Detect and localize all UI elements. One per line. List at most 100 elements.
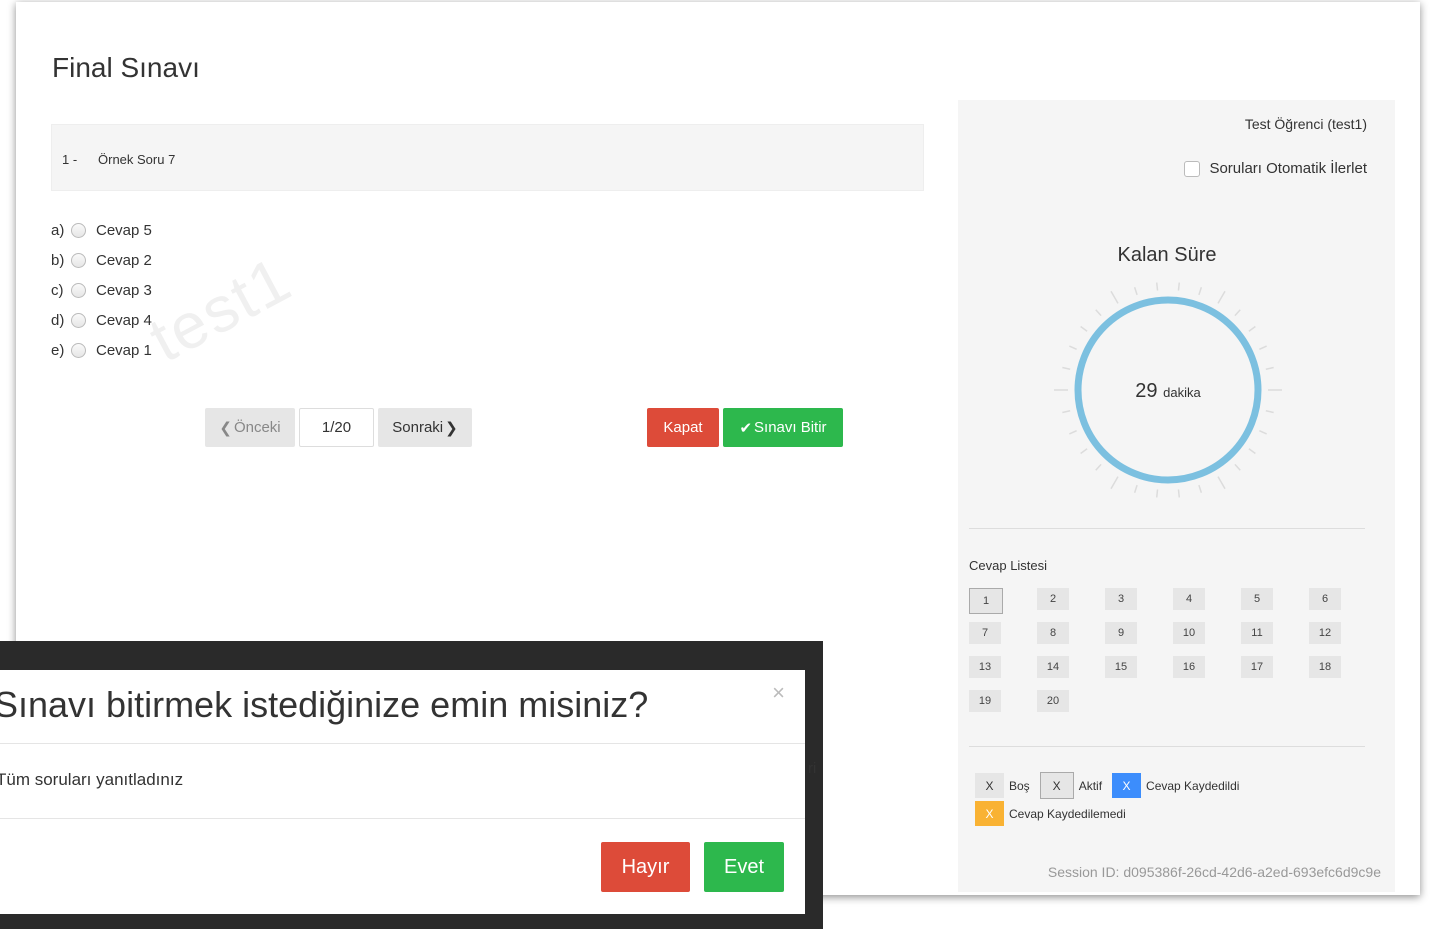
legend-saved-label: Cevap Kaydedildi <box>1146 778 1240 793</box>
radio-button[interactable] <box>71 342 86 358</box>
timer-tick <box>1177 282 1181 291</box>
check-icon: ✔ <box>739 419 753 437</box>
previous-button[interactable]: ❮ Önceki <box>205 408 295 447</box>
answer-list-item[interactable]: 13 <box>969 656 1001 678</box>
session-id: Session ID: d095386f-26cd-42d6-a2ed-693e… <box>1047 864 1381 880</box>
chevron-right-icon: ❯ <box>445 419 458 437</box>
previous-label: Önceki <box>233 419 281 436</box>
timer-tick <box>1062 366 1071 370</box>
timer-tick <box>1234 463 1241 471</box>
option-letter: e) <box>51 341 65 359</box>
timer-tick <box>1062 410 1071 414</box>
finish-exam-button[interactable]: ✔ Sınavı Bitir <box>723 408 843 447</box>
divider <box>0 743 805 744</box>
question-box: 1 - Örnek Soru 7 <box>51 124 924 191</box>
auto-advance-checkbox[interactable] <box>1184 160 1201 177</box>
answer-list-item[interactable]: 10 <box>1173 622 1205 644</box>
timer-tick <box>1069 429 1077 435</box>
option-label: Cevap 5 <box>96 221 152 239</box>
answer-list-item[interactable]: 12 <box>1309 622 1341 644</box>
answer-list-item[interactable]: 2 <box>1037 588 1069 610</box>
timer-tick <box>1177 489 1181 498</box>
answer-list-item[interactable]: 5 <box>1241 588 1273 610</box>
answer-list-item[interactable]: 16 <box>1173 656 1205 678</box>
page-title: Final Sınavı <box>52 52 200 83</box>
answer-list-item[interactable]: 3 <box>1105 588 1137 610</box>
timer-tick <box>1095 309 1102 317</box>
answer-list-item[interactable]: 19 <box>969 690 1001 712</box>
answer-option-b[interactable]: b) Cevap 2 <box>51 245 152 275</box>
next-label: Sonraki <box>392 419 444 436</box>
student-name: Test Öğrenci (test1) <box>1244 116 1367 132</box>
remaining-time-title: Kalan Süre <box>1117 244 1217 266</box>
radio-button[interactable] <box>71 222 86 238</box>
chevron-left-icon: ❮ <box>219 419 232 437</box>
auto-advance-toggle[interactable]: Soruları Otomatik İlerlet <box>1184 160 1367 177</box>
legend-active-swatch: X <box>1039 772 1074 799</box>
answer-list-item[interactable]: 6 <box>1309 588 1341 610</box>
page-indicator: 1/20 <box>299 408 374 447</box>
no-button[interactable]: Hayır <box>601 842 690 892</box>
timer-tick <box>1110 476 1119 490</box>
pager: ❮ Önceki 1/20 Sonraki ❯ <box>205 408 472 447</box>
answer-list-item[interactable]: 4 <box>1173 588 1205 610</box>
option-label: Cevap 3 <box>96 281 152 299</box>
answer-list-item[interactable]: 17 <box>1241 656 1273 678</box>
option-label: Cevap 2 <box>96 251 152 269</box>
answer-list-item[interactable]: 14 <box>1037 656 1069 678</box>
answer-list-item[interactable]: 9 <box>1105 622 1137 644</box>
answer-list-item[interactable]: 8 <box>1037 622 1069 644</box>
answer-list-item[interactable]: 20 <box>1037 690 1069 712</box>
option-letter: c) <box>51 281 64 299</box>
answer-options: a) Cevap 5 b) Cevap 2 c) Cevap 3 d) Ceva… <box>51 215 152 365</box>
auto-advance-label: Soruları Otomatik İlerlet <box>1209 160 1367 177</box>
answer-list-item[interactable]: 18 <box>1309 656 1341 678</box>
timer-tick <box>1080 325 1088 332</box>
timer-tick <box>1198 484 1203 493</box>
legend-empty-swatch: X <box>975 773 1004 798</box>
legend-saved-swatch: X <box>1112 773 1142 798</box>
watermark: test1 <box>137 242 303 376</box>
option-letter: a) <box>51 221 65 239</box>
question-text: Örnek Soru 7 <box>98 152 176 167</box>
timer-tick <box>1069 345 1077 351</box>
answer-option-c[interactable]: c) Cevap 3 <box>51 275 152 305</box>
remaining-unit: dakika <box>1163 385 1201 400</box>
confirm-dialog: Sınavı bitirmek istediğinize emin misini… <box>0 670 805 914</box>
radio-button[interactable] <box>71 312 86 328</box>
timer-tick <box>1133 484 1138 493</box>
divider <box>969 528 1365 529</box>
legend-unsaved-label: Cevap Kaydedilemedi <box>1009 806 1126 821</box>
answer-option-d[interactable]: d) Cevap 4 <box>51 305 152 335</box>
answer-list-item[interactable]: 11 <box>1241 622 1273 644</box>
answer-list-item[interactable]: 1 <box>969 588 1003 614</box>
timer-tick <box>1095 463 1102 471</box>
close-icon[interactable]: × <box>772 680 785 706</box>
timer-tick <box>1198 287 1203 296</box>
radio-button[interactable] <box>71 282 86 298</box>
finish-label: Sınavı Bitir <box>754 419 827 436</box>
answer-list-item[interactable]: 7 <box>969 622 1001 644</box>
legend: X Boş X Aktif X Cevap Kaydedildi X Cevap… <box>975 772 1239 826</box>
timer-tick <box>1133 287 1138 296</box>
side-panel: Test Öğrenci (test1) Soruları Otomatik İ… <box>958 100 1395 892</box>
remaining-time: 29 dakika <box>1053 380 1283 403</box>
answer-option-e[interactable]: e) Cevap 1 <box>51 335 152 365</box>
answer-list-title: Cevap Listesi <box>969 558 1048 573</box>
answer-list-item[interactable]: 15 <box>1105 656 1137 678</box>
timer-tick <box>1259 429 1267 435</box>
radio-button[interactable] <box>71 252 86 268</box>
option-letter: b) <box>51 251 65 269</box>
close-exam-button[interactable]: Kapat <box>647 408 719 447</box>
next-button[interactable]: Sonraki ❯ <box>378 408 472 447</box>
remaining-minutes: 29 <box>1135 380 1158 402</box>
timer-tick <box>1155 282 1159 291</box>
yes-button[interactable]: Evet <box>704 842 784 892</box>
option-label: Cevap 4 <box>96 311 152 329</box>
timer-tick <box>1110 290 1119 304</box>
timer-tick <box>1080 448 1088 455</box>
answer-option-a[interactable]: a) Cevap 5 <box>51 215 152 245</box>
timer-tick <box>1217 290 1226 304</box>
timer-tick <box>1234 309 1241 317</box>
legend-empty-label: Boş <box>1009 778 1030 793</box>
